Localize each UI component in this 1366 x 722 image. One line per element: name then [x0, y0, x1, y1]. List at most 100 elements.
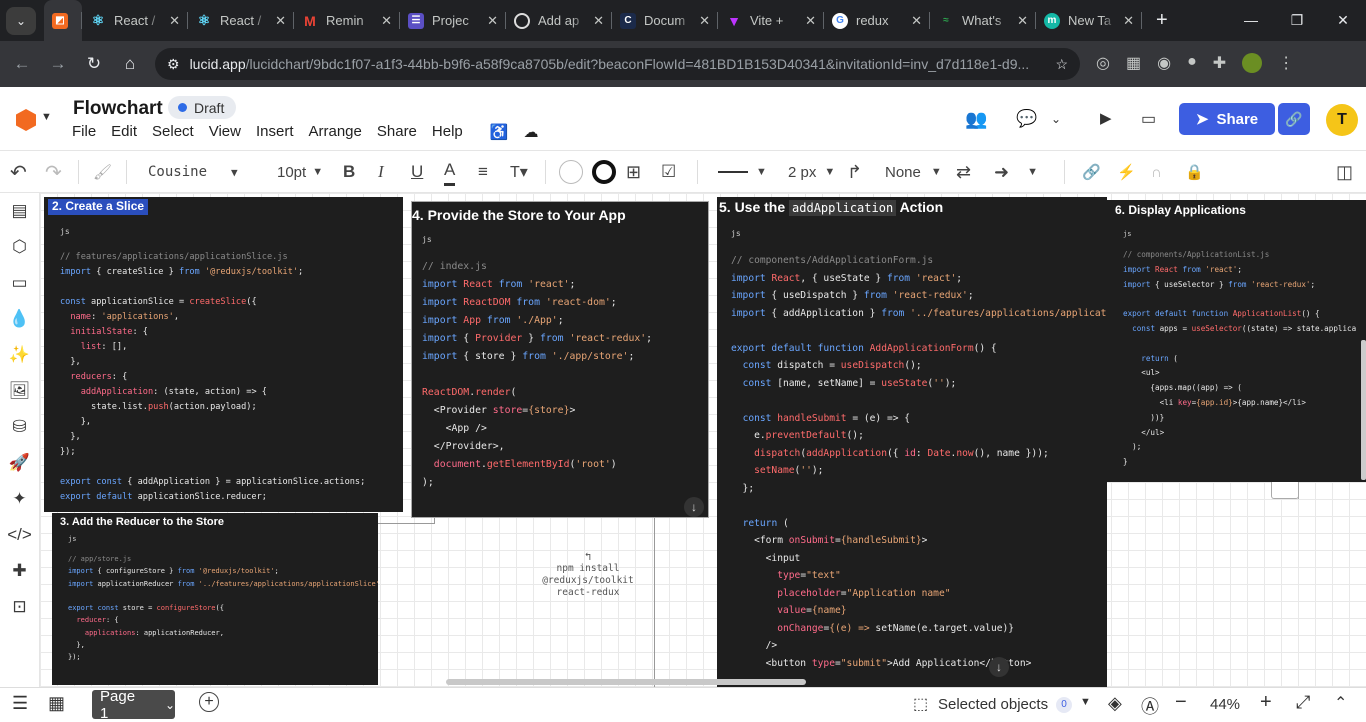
copy-link-button[interactable]: 🔗	[1278, 103, 1310, 135]
close-icon[interactable]: ✕	[487, 13, 498, 29]
compass-icon[interactable]: ◎	[1096, 53, 1110, 73]
video-icon[interactable]: ▭	[1141, 109, 1156, 129]
zoom-out-icon[interactable]: −	[1175, 691, 1187, 714]
bold-icon[interactable]: B	[343, 152, 355, 192]
fill-drop-icon[interactable]: 💧	[0, 301, 39, 337]
extension-grid-icon[interactable]: ▦	[1126, 53, 1141, 73]
record-icon[interactable]: ◉	[1157, 53, 1171, 73]
close-icon[interactable]: ✕	[699, 13, 710, 29]
selected-chevron-icon[interactable]: ▼	[1080, 696, 1091, 708]
tab-google[interactable]: Gredux ✕	[824, 0, 930, 41]
plugin-icon[interactable]: ✚	[0, 553, 39, 589]
menu-select[interactable]: Select	[152, 123, 194, 141]
zoom-level[interactable]: 44%	[1210, 696, 1240, 713]
scroll-down-icon[interactable]: ↓	[989, 657, 1009, 677]
close-icon[interactable]: ✕	[593, 13, 604, 29]
panel-toggle-icon[interactable]: ◫	[1336, 152, 1353, 192]
back-icon[interactable]: ←	[4, 54, 40, 74]
table-icon[interactable]: ⊞	[626, 152, 641, 192]
rocket-icon[interactable]: 🚀	[0, 445, 39, 481]
line-end-select[interactable]: None ▼	[885, 152, 942, 192]
document-title[interactable]: Flowchart	[73, 98, 163, 120]
underline-icon[interactable]: U	[411, 152, 423, 192]
tab-gmail[interactable]: M Remin ✕	[294, 0, 400, 41]
forward-icon[interactable]: →	[40, 54, 76, 74]
layers-icon[interactable]: ◈	[1108, 693, 1122, 714]
share-button[interactable]: ➤ Share	[1179, 103, 1275, 135]
tab-vite[interactable]: ▼ Vite + ✕	[718, 0, 824, 41]
close-icon[interactable]: ✕	[381, 13, 392, 29]
page-tab[interactable]: Page 1 ⌄	[92, 688, 175, 722]
code-card-add-reducer[interactable]: 3. Add the Reducer to the Store js // ap…	[52, 513, 378, 685]
redo-icon[interactable]: ↷	[45, 152, 62, 192]
tab-projects[interactable]: ☰ Projec ✕	[400, 0, 506, 41]
zoom-in-icon[interactable]: +	[1260, 691, 1272, 714]
close-window-icon[interactable]: ✕	[1320, 12, 1366, 29]
menu-help[interactable]: Help	[432, 123, 463, 141]
selected-objects-label[interactable]: Selected objects	[938, 696, 1048, 713]
code-card-create-slice[interactable]: 2. Create a Slice js // features/applica…	[44, 197, 403, 512]
tab-whats[interactable]: ≈ What's ✕	[930, 0, 1036, 41]
tab-docs[interactable]: C Docum ✕	[612, 0, 718, 41]
menu-view[interactable]: View	[209, 123, 241, 141]
line-color-icon[interactable]	[592, 152, 616, 192]
line-shape-icon[interactable]: ↱	[847, 152, 862, 192]
tab-react-2[interactable]: ⚛ React / ✕	[188, 0, 294, 41]
align-icon[interactable]: ≡	[478, 152, 488, 192]
image-icon[interactable]: 🖼	[0, 373, 39, 409]
grid-view-icon[interactable]: ▦	[48, 693, 65, 714]
shapes-panel-icon[interactable]: ▤	[0, 193, 39, 229]
site-info-icon[interactable]: ⚙	[167, 56, 180, 73]
line-style-select[interactable]: ▼	[718, 152, 767, 192]
collapse-icon[interactable]: ⌃	[1334, 693, 1347, 713]
line-width-select[interactable]: 2 px ▼	[788, 152, 835, 192]
reload-icon[interactable]: ↻	[76, 54, 112, 74]
text-color-icon[interactable]: A	[444, 156, 456, 186]
accessibility-icon[interactable]: ♿	[490, 123, 509, 141]
database-icon[interactable]: ⛁	[0, 409, 39, 445]
npm-install-note[interactable]: ↰ npm install @reduxjs/toolkit react-red…	[520, 551, 656, 599]
bookmark-star-icon[interactable]: ☆	[1055, 56, 1068, 73]
menu-insert[interactable]: Insert	[256, 123, 294, 141]
menu-file[interactable]: File	[72, 123, 96, 141]
cloud-sync-icon[interactable]: ☁	[523, 123, 538, 141]
list-view-icon[interactable]: ☰	[12, 693, 28, 714]
profile-avatar[interactable]	[1242, 53, 1263, 73]
logo-chevron-icon[interactable]: ▼	[41, 111, 52, 123]
close-icon[interactable]: ✕	[911, 13, 922, 29]
comments-chevron-icon[interactable]: ⌄	[1051, 112, 1061, 126]
shapes-icon[interactable]: ⬡	[0, 229, 39, 265]
close-icon[interactable]: ✕	[169, 13, 180, 29]
selection-icon[interactable]: ⬚	[913, 694, 928, 714]
ai-sparkle-icon[interactable]: ✦	[0, 481, 39, 517]
canvas-horizontal-scrollbar[interactable]	[446, 679, 806, 685]
arrow-end-select[interactable]: ➜ ▼	[994, 152, 1038, 192]
minimize-icon[interactable]: —	[1228, 12, 1274, 29]
tab-search-button[interactable]: ⌄	[6, 6, 36, 35]
maximize-icon[interactable]: ❐	[1274, 12, 1320, 29]
fill-color-icon[interactable]	[559, 152, 583, 192]
cookie-icon[interactable]: ●	[1187, 53, 1197, 73]
format-painter-icon[interactable]: 🖌	[93, 152, 112, 192]
present-icon[interactable]: ▶	[1100, 109, 1112, 127]
tab-react-1[interactable]: ⚛ React / ✕	[82, 0, 188, 41]
menu-share[interactable]: Share	[377, 123, 417, 141]
collaborators-icon[interactable]: 👥	[965, 109, 987, 130]
diagram-canvas[interactable]: 2. Create a Slice js // features/applica…	[40, 193, 1366, 687]
font-family-select[interactable]: Cousine ▼	[148, 152, 238, 192]
frame-icon[interactable]: ▭	[0, 265, 39, 301]
user-avatar[interactable]: T	[1326, 104, 1358, 136]
add-page-icon[interactable]: +	[199, 692, 219, 712]
menu-arrange[interactable]: Arrange	[309, 123, 362, 141]
comments-icon[interactable]: 💬	[1016, 109, 1037, 129]
text-options-icon[interactable]: T▾	[510, 152, 528, 192]
code-card-display-applications[interactable]: 6. Display Applications js // components…	[1107, 200, 1366, 482]
menu-edit[interactable]: Edit	[111, 123, 137, 141]
tab-openai[interactable]: Add ap ✕	[506, 0, 612, 41]
draft-status-badge[interactable]: Draft	[168, 96, 237, 119]
tab-newtab[interactable]: m New Ta ✕	[1036, 0, 1142, 41]
accessibility-check-icon[interactable]: Ⓐ	[1141, 693, 1159, 719]
scroll-down-icon[interactable]: ↓	[684, 497, 704, 517]
url-field[interactable]: ⚙ lucid.app/lucidchart/9bdc1f07-a1f3-44b…	[155, 48, 1080, 80]
extensions-puzzle-icon[interactable]: ✚	[1213, 53, 1226, 73]
